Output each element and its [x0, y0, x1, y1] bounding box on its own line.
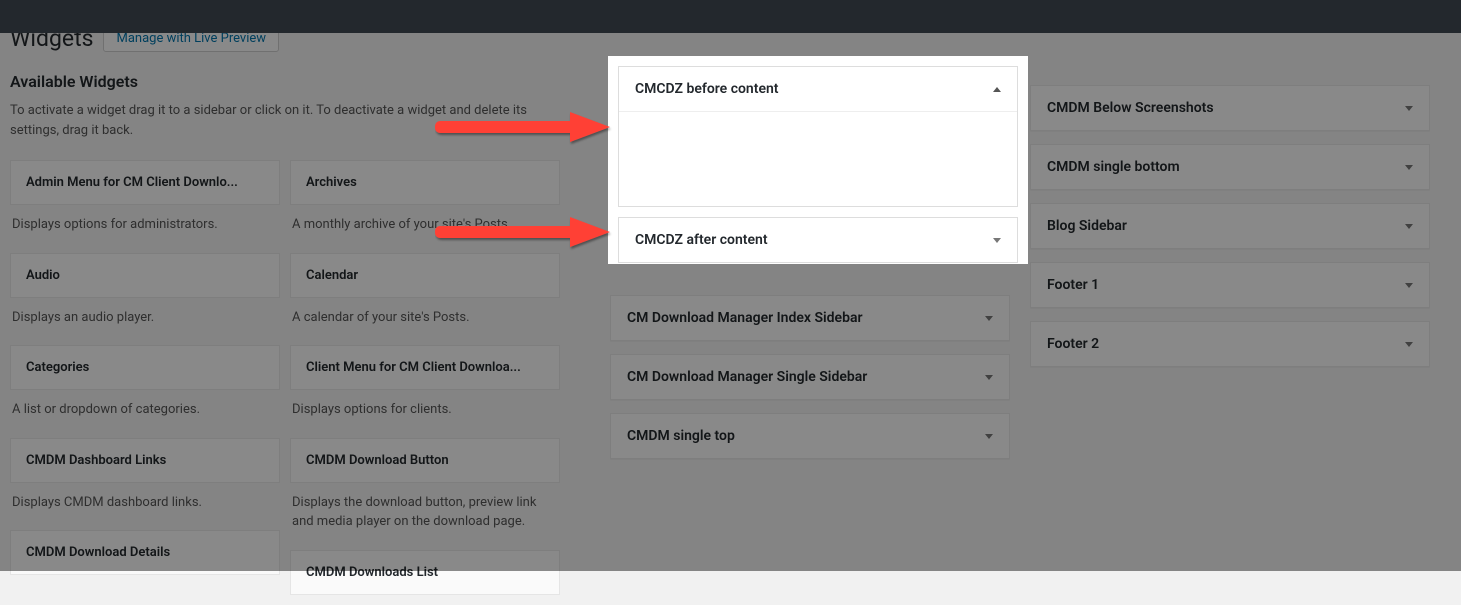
- widget-drop-zone[interactable]: [619, 111, 1017, 206]
- sidebar-area-cmcdz-after[interactable]: CMCDZ after content: [618, 217, 1018, 263]
- widget-item[interactable]: CMDM Download Button: [290, 438, 560, 483]
- widget-item[interactable]: CMDM Download Details: [10, 530, 280, 575]
- widget-desc: Displays CMDM dashboard links.: [10, 483, 280, 521]
- sidebar-area-title: Blog Sidebar: [1047, 218, 1127, 234]
- chevron-down-icon: [1405, 283, 1413, 288]
- widget-desc: Displays options for administrators.: [10, 205, 280, 243]
- widget-item[interactable]: CMDM Downloads List: [290, 550, 560, 595]
- sidebar-area-title: Footer 1: [1047, 277, 1099, 293]
- sidebar-area-title: CMCDZ before content: [635, 81, 779, 97]
- chevron-down-icon: [1405, 106, 1413, 111]
- sidebar-area-panel[interactable]: Footer 2: [1030, 321, 1430, 367]
- widget-desc: A list or dropdown of categories.: [10, 390, 280, 428]
- widget-desc: Displays the download button, preview li…: [290, 483, 560, 540]
- sidebar-area-panel[interactable]: Footer 1: [1030, 262, 1430, 308]
- sidebar-area-cmcdz-before[interactable]: CMCDZ before content: [618, 66, 1018, 207]
- widget-item[interactable]: CMDM Dashboard Links: [10, 438, 280, 483]
- sidebar-area-panel[interactable]: Blog Sidebar: [1030, 203, 1430, 249]
- sidebar-area-title: CMDM single bottom: [1047, 159, 1180, 175]
- chevron-down-icon: [1405, 165, 1413, 170]
- chevron-down-icon: [1405, 342, 1413, 347]
- widget-desc: A calendar of your site's Posts.: [290, 298, 560, 336]
- chevron-down-icon: [985, 316, 993, 321]
- widget-item[interactable]: Categories: [10, 345, 280, 390]
- annotation-arrow-icon: [435, 110, 615, 150]
- sidebar-area-title: CM Download Manager Single Sidebar: [627, 369, 867, 385]
- available-widgets-column: Widgets Manage with Live Preview Availab…: [10, 25, 590, 571]
- sidebar-area-title: CMCDZ after content: [635, 232, 768, 248]
- chevron-down-icon: [1405, 224, 1413, 229]
- widget-item[interactable]: Archives: [290, 160, 560, 205]
- widget-desc: Displays options for clients.: [290, 390, 560, 428]
- chevron-down-icon: [985, 375, 993, 380]
- sidebar-area-panel[interactable]: CM Download Manager Index Sidebar: [610, 295, 1010, 341]
- widget-desc: Displays an audio player.: [10, 298, 280, 336]
- widget-item[interactable]: Client Menu for CM Client Downloa...: [290, 345, 560, 390]
- sidebar-area-title: Footer 2: [1047, 336, 1099, 352]
- chevron-down-icon: [985, 434, 993, 439]
- available-widgets-heading: Available Widgets: [10, 72, 590, 91]
- widget-item[interactable]: Audio: [10, 253, 280, 298]
- chevron-down-icon: [993, 238, 1001, 243]
- sidebar-area-title: CM Download Manager Index Sidebar: [627, 310, 863, 326]
- highlight-region: CMCDZ before content CMCDZ after content: [608, 56, 1028, 264]
- widget-item[interactable]: Admin Menu for CM Client Downlo...: [10, 160, 280, 205]
- widget-item[interactable]: Calendar: [290, 253, 560, 298]
- admin-top-bar: [0, 0, 1461, 33]
- sidebar-area-panel[interactable]: CMDM single top: [610, 413, 1010, 459]
- sidebar-area-panel[interactable]: CM Download Manager Single Sidebar: [610, 354, 1010, 400]
- sidebar-area-panel[interactable]: CMDM single bottom: [1030, 144, 1430, 190]
- chevron-up-icon: [993, 87, 1001, 92]
- sidebar-area-panel[interactable]: CMDM Below Screenshots: [1030, 85, 1430, 131]
- sidebar-areas-column-2: CMDM Below Screenshots CMDM single botto…: [1030, 25, 1430, 571]
- annotation-arrow-icon: [435, 215, 615, 255]
- sidebar-area-title: CMDM Below Screenshots: [1047, 100, 1214, 116]
- sidebar-area-title: CMDM single top: [627, 428, 735, 444]
